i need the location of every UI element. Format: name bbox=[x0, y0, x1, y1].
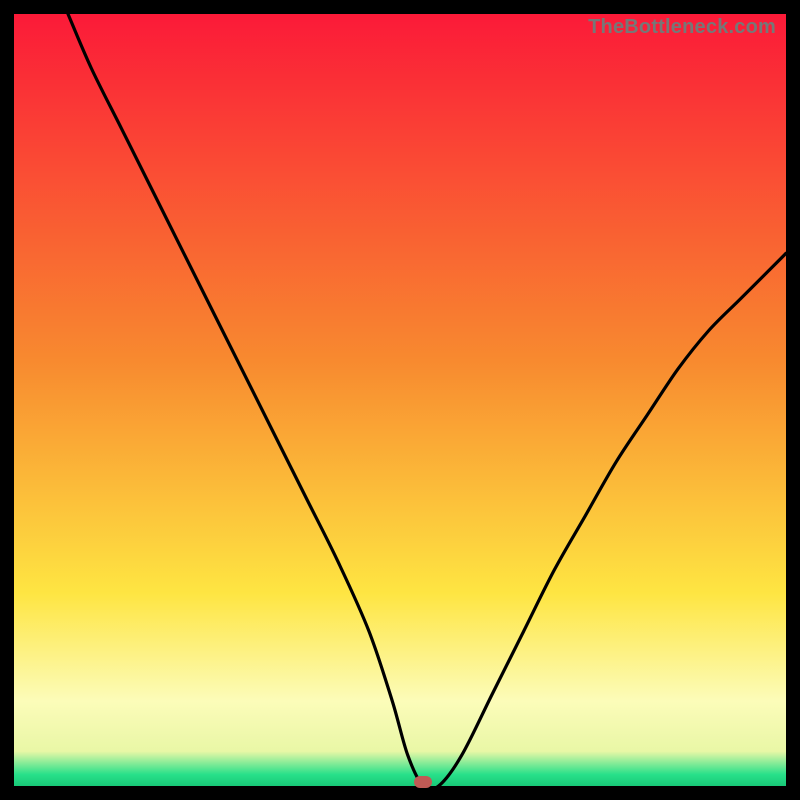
optimal-point-marker bbox=[414, 776, 432, 788]
bottleneck-curve bbox=[68, 14, 786, 786]
watermark-text: TheBottleneck.com bbox=[588, 16, 776, 39]
curve-layer bbox=[14, 14, 786, 786]
chart-frame: TheBottleneck.com bbox=[14, 14, 786, 786]
